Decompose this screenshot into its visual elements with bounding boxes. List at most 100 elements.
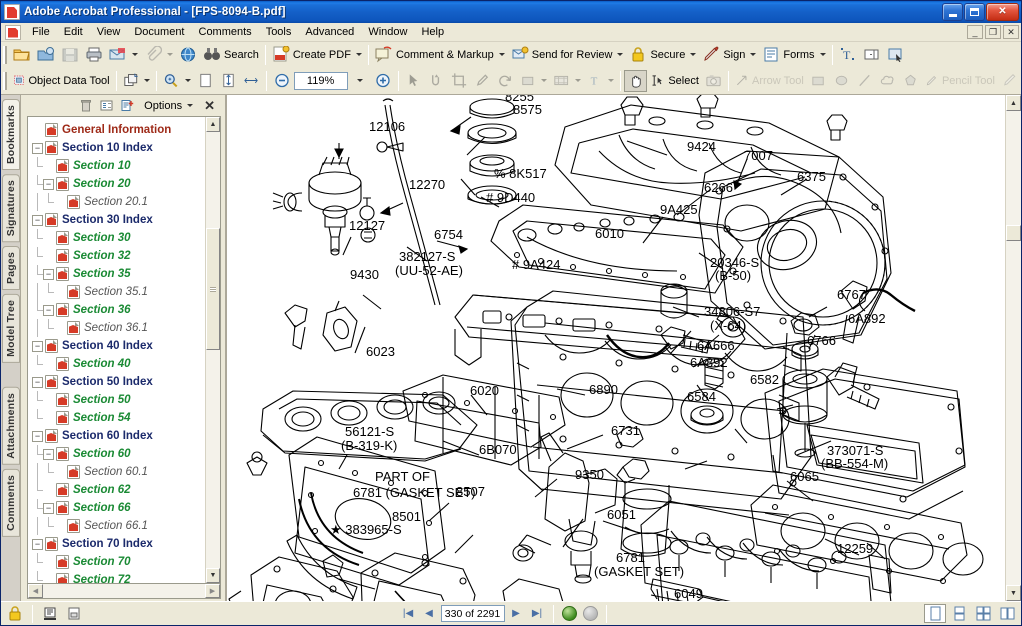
secure-dropdown-caret[interactable] [690, 53, 696, 56]
mdi-minimize-button[interactable]: _ [967, 25, 983, 39]
fit-width-button[interactable] [240, 70, 263, 92]
next-page-button[interactable]: ▶ [507, 604, 526, 623]
comment-markup-dropdown-caret[interactable] [499, 53, 505, 56]
next-view-button[interactable] [583, 606, 598, 621]
menu-tools[interactable]: Tools [259, 24, 299, 40]
bookmark-item[interactable]: Section 30 [28, 229, 205, 247]
button-tool-dropdown-caret[interactable] [541, 79, 547, 82]
close-button[interactable]: ✕ [986, 3, 1019, 21]
collapse-toggle-icon[interactable]: − [32, 341, 43, 352]
security-lock-icon[interactable] [4, 604, 26, 623]
page-snapshot-dropdown-caret[interactable] [144, 79, 150, 82]
bookmarks-options-button[interactable]: Options [139, 98, 198, 114]
toolbar-grip[interactable] [3, 72, 7, 90]
maximize-button[interactable] [964, 3, 985, 21]
bookmark-item[interactable]: Section 60.1 [28, 463, 205, 481]
bookmark-item[interactable]: −Section 30 Index [28, 211, 205, 229]
bookmark-item[interactable]: Section 20.1 [28, 193, 205, 211]
polygon-tool-button[interactable] [899, 70, 922, 92]
print-button[interactable] [82, 44, 106, 66]
send-review-button[interactable]: Send for Review [508, 44, 627, 66]
bookmark-item[interactable]: −Section 70 Index [28, 535, 205, 553]
collapse-toggle-icon[interactable]: − [32, 431, 43, 442]
mdi-close-button[interactable]: ✕ [1003, 25, 1019, 39]
doc-scroll-down-button[interactable]: ▼ [1006, 585, 1021, 601]
collapse-toggle-icon[interactable]: − [32, 215, 43, 226]
attach-dropdown-caret[interactable] [167, 53, 173, 56]
add-field-button[interactable] [860, 44, 884, 66]
zoom-dropdown-button[interactable] [348, 70, 371, 92]
collapse-toggle-icon[interactable]: − [43, 269, 54, 280]
bookmark-item[interactable]: Section 32 [28, 247, 205, 265]
forms-button[interactable]: Forms [759, 44, 828, 66]
collapse-toggle-icon[interactable]: − [43, 305, 54, 316]
bookmark-item[interactable]: −Section 60 [28, 445, 205, 463]
movie-tool-button[interactable] [550, 70, 583, 92]
organizer-button[interactable] [34, 44, 58, 66]
document-view[interactable]: 12106122701212782558575% 8K517# 9D440942… [227, 95, 1005, 601]
hscroll-track[interactable] [43, 584, 205, 598]
scroll-track[interactable] [206, 132, 220, 568]
zoom-in-button[interactable] [371, 70, 395, 92]
collapse-toggle-icon[interactable]: − [32, 377, 43, 388]
mdi-restore-button[interactable]: ❐ [985, 25, 1001, 39]
bookmarks-vertical-scrollbar[interactable]: ▲ ▼ [205, 117, 220, 583]
minimize-button[interactable] [942, 3, 963, 21]
eraser-tool-button[interactable] [998, 70, 1021, 92]
open-file-button[interactable] [10, 44, 34, 66]
bookmark-item[interactable]: −Section 35 [28, 265, 205, 283]
document-vertical-scrollbar[interactable]: ▲ ▼ [1005, 95, 1021, 601]
scroll-right-button[interactable]: ▶ [205, 584, 220, 598]
menu-window[interactable]: Window [361, 24, 414, 40]
create-pdf-button[interactable]: Create PDF [269, 44, 365, 66]
comment-markup-button[interactable]: Comment & Markup [372, 44, 508, 66]
bookmark-item[interactable]: Section 35.1 [28, 283, 205, 301]
bookmark-item[interactable]: Section 54 [28, 409, 205, 427]
pencil-tool-button[interactable]: Pencil Tool [922, 70, 998, 92]
bookmark-item[interactable]: Section 50 [28, 391, 205, 409]
link-tool-button[interactable] [425, 70, 448, 92]
bookmark-item[interactable]: −Section 20 [28, 175, 205, 193]
bookmark-item[interactable]: Section 62 [28, 481, 205, 499]
delete-bookmark-icon[interactable] [76, 97, 95, 115]
arrow-tool-button[interactable]: Arrow Tool [732, 70, 807, 92]
collapse-toggle-icon[interactable]: − [32, 143, 43, 154]
sidebar-tab-pages[interactable]: Pages [2, 246, 20, 290]
bookmark-item[interactable]: −Section 50 Index [28, 373, 205, 391]
text-tool-button[interactable]: T [584, 70, 617, 92]
fit-page-button[interactable] [217, 70, 240, 92]
new-bookmark-icon[interactable] [118, 97, 137, 115]
zoom-tool-button[interactable] [160, 70, 193, 92]
page-snapshot-button[interactable] [120, 70, 153, 92]
redo-tool-button[interactable] [494, 70, 517, 92]
previous-page-button[interactable]: ◀ [420, 604, 439, 623]
menu-edit[interactable]: Edit [57, 24, 90, 40]
text-tool-dropdown-caret[interactable] [608, 79, 614, 82]
first-page-button[interactable]: |◀ [399, 604, 418, 623]
search-button[interactable]: Search [200, 44, 262, 66]
crop-tool-button[interactable] [448, 70, 471, 92]
collapse-toggle-icon[interactable]: − [43, 503, 54, 514]
attach-file-button[interactable] [141, 44, 176, 66]
menu-advanced[interactable]: Advanced [298, 24, 361, 40]
sidebar-tab-bookmarks[interactable]: Bookmarks [2, 99, 20, 170]
hand-tool-button[interactable] [624, 70, 647, 92]
sidebar-tab-model-tree[interactable]: Model Tree [2, 294, 20, 363]
collapse-toggle-icon[interactable]: − [43, 179, 54, 190]
bookmark-item[interactable]: Section 10 [28, 157, 205, 175]
single-page-view-button[interactable] [924, 604, 946, 623]
previous-view-button[interactable] [562, 606, 577, 621]
menu-document[interactable]: Document [127, 24, 191, 40]
sidebar-tab-attachments[interactable]: Attachments [2, 387, 20, 465]
facing-pages-view-button[interactable] [972, 604, 994, 623]
bookmark-item[interactable]: Section 72 [28, 571, 205, 583]
web-capture-button[interactable] [176, 44, 200, 66]
sign-button[interactable]: Sign [699, 44, 759, 66]
doc-scroll-thumb[interactable] [1006, 225, 1021, 242]
create-pdf-dropdown-caret[interactable] [356, 53, 362, 56]
scroll-down-button[interactable]: ▼ [206, 568, 220, 583]
bookmark-item[interactable]: −Section 36 [28, 301, 205, 319]
movie-tool-dropdown-caret[interactable] [575, 79, 581, 82]
email-dropdown-caret[interactable] [132, 53, 138, 56]
forms-dropdown-caret[interactable] [820, 53, 826, 56]
